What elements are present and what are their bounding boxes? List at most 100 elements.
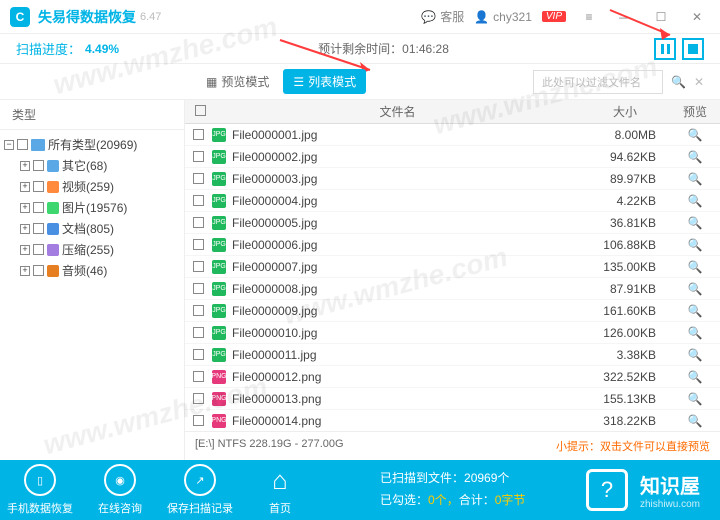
col-preview[interactable]: 预览 xyxy=(670,103,720,120)
online-chat-button[interactable]: ◉在线咨询 xyxy=(80,464,160,516)
pause-button[interactable] xyxy=(654,38,676,60)
maximize-icon[interactable]: ☐ xyxy=(648,4,674,30)
preview-icon[interactable]: 🔍 xyxy=(670,348,720,362)
row-checkbox[interactable] xyxy=(193,415,204,426)
row-checkbox[interactable] xyxy=(193,283,204,294)
row-checkbox[interactable] xyxy=(193,195,204,206)
row-checkbox[interactable] xyxy=(193,151,204,162)
preview-icon[interactable]: 🔍 xyxy=(670,304,720,318)
row-checkbox[interactable] xyxy=(193,217,204,228)
filename: File0000014.png xyxy=(232,414,580,428)
select-all-checkbox[interactable] xyxy=(195,105,206,116)
table-row[interactable]: JPGFile0000001.jpg8.00MB🔍 xyxy=(185,124,720,146)
table-row[interactable]: JPGFile0000004.jpg4.22KB🔍 xyxy=(185,190,720,212)
table-row[interactable]: PNGFile0000014.png318.22KB🔍 xyxy=(185,410,720,431)
tree-category[interactable]: +文档(805) xyxy=(4,218,180,239)
tree-category[interactable]: +其它(68) xyxy=(4,155,180,176)
phone-recovery-button[interactable]: ▯手机数据恢复 xyxy=(0,464,80,516)
menu-icon[interactable]: ≡ xyxy=(576,4,602,30)
close-search-icon[interactable]: ✕ xyxy=(694,75,704,89)
customer-service-button[interactable]: 💬 客服 xyxy=(421,8,464,25)
filename: File0000003.jpg xyxy=(232,172,580,186)
filetype-icon: JPG xyxy=(212,238,226,252)
row-checkbox[interactable] xyxy=(193,349,204,360)
table-row[interactable]: PNGFile0000012.png322.52KB🔍 xyxy=(185,366,720,388)
preview-icon[interactable]: 🔍 xyxy=(670,326,720,340)
preview-icon[interactable]: 🔍 xyxy=(670,238,720,252)
table-row[interactable]: PNGFile0000013.png155.13KB🔍 xyxy=(185,388,720,410)
tree-root[interactable]: − 所有类型(20969) xyxy=(4,134,180,155)
preview-icon[interactable]: 🔍 xyxy=(670,216,720,230)
table-row[interactable]: JPGFile0000007.jpg135.00KB🔍 xyxy=(185,256,720,278)
expand-icon[interactable]: + xyxy=(20,245,30,255)
checkbox[interactable] xyxy=(33,202,44,213)
list-mode-button[interactable]: ☰ 列表模式 xyxy=(283,69,366,94)
home-button[interactable]: ⌂首页 xyxy=(240,464,320,516)
app-logo-icon: C xyxy=(10,7,30,27)
row-checkbox[interactable] xyxy=(193,261,204,272)
expand-icon[interactable]: + xyxy=(20,203,30,213)
checkbox[interactable] xyxy=(33,265,44,276)
table-row[interactable]: JPGFile0000002.jpg94.62KB🔍 xyxy=(185,146,720,168)
preview-mode-button[interactable]: ▦ 预览模式 xyxy=(196,69,279,94)
row-checkbox[interactable] xyxy=(193,305,204,316)
row-checkbox[interactable] xyxy=(193,129,204,140)
tree-category[interactable]: +压缩(255) xyxy=(4,239,180,260)
disk-info: [E:\] NTFS 228.19G - 277.00G xyxy=(195,438,344,454)
table-body[interactable]: JPGFile0000001.jpg8.00MB🔍JPGFile0000002.… xyxy=(185,124,720,431)
row-checkbox[interactable] xyxy=(193,393,204,404)
filesize: 3.38KB xyxy=(580,348,670,362)
expand-icon[interactable]: + xyxy=(20,224,30,234)
preview-icon[interactable]: 🔍 xyxy=(670,150,720,164)
tree-category[interactable]: +视频(259) xyxy=(4,176,180,197)
preview-icon[interactable]: 🔍 xyxy=(670,414,720,428)
save-scan-button[interactable]: ↗保存扫描记录 xyxy=(160,464,240,516)
col-filename[interactable]: 文件名 xyxy=(215,103,580,120)
tree-category[interactable]: + 音频(46) xyxy=(4,260,180,281)
tree-category[interactable]: +图片(19576) xyxy=(4,197,180,218)
table-row[interactable]: JPGFile0000003.jpg89.97KB🔍 xyxy=(185,168,720,190)
checkbox[interactable] xyxy=(33,223,44,234)
row-checkbox[interactable] xyxy=(193,327,204,338)
preview-icon[interactable]: 🔍 xyxy=(670,128,720,142)
expand-icon[interactable]: + xyxy=(20,266,30,276)
category-label: 音频(46) xyxy=(62,262,107,279)
filetype-icon: JPG xyxy=(212,150,226,164)
table-row[interactable]: JPGFile0000008.jpg87.91KB🔍 xyxy=(185,278,720,300)
expand-icon[interactable]: + xyxy=(20,161,30,171)
preview-icon[interactable]: 🔍 xyxy=(670,194,720,208)
preview-icon[interactable]: 🔍 xyxy=(670,392,720,406)
table-row[interactable]: JPGFile0000006.jpg106.88KB🔍 xyxy=(185,234,720,256)
preview-icon[interactable]: 🔍 xyxy=(670,370,720,384)
filesize: 161.60KB xyxy=(580,304,670,318)
checkbox[interactable] xyxy=(17,139,28,150)
minimize-icon[interactable]: — xyxy=(612,4,638,30)
col-size[interactable]: 大小 xyxy=(580,103,670,120)
preview-icon[interactable]: 🔍 xyxy=(670,282,720,296)
row-checkbox[interactable] xyxy=(193,371,204,382)
filesize: 155.13KB xyxy=(580,392,670,406)
search-icon[interactable]: 🔍 xyxy=(671,75,686,89)
table-header: 文件名 大小 预览 xyxy=(185,100,720,124)
stop-button[interactable] xyxy=(682,38,704,60)
search-input[interactable]: 此处可以过滤文件名 xyxy=(533,70,663,94)
collapse-icon[interactable]: − xyxy=(4,140,14,150)
row-checkbox[interactable] xyxy=(193,239,204,250)
progress-label: 扫描进度： xyxy=(16,39,81,58)
table-row[interactable]: JPGFile0000010.jpg126.00KB🔍 xyxy=(185,322,720,344)
preview-icon[interactable]: 🔍 xyxy=(670,172,720,186)
checkbox[interactable] xyxy=(33,181,44,192)
expand-icon[interactable]: + xyxy=(20,182,30,192)
preview-icon[interactable]: 🔍 xyxy=(670,260,720,274)
user-menu[interactable]: 👤 chy321 xyxy=(474,10,532,24)
table-row[interactable]: JPGFile0000009.jpg161.60KB🔍 xyxy=(185,300,720,322)
brand: ? 知识屋zhishiwu.com xyxy=(586,469,720,511)
close-icon[interactable]: ✕ xyxy=(684,4,710,30)
row-checkbox[interactable] xyxy=(193,173,204,184)
table-row[interactable]: JPGFile0000011.jpg3.38KB🔍 xyxy=(185,344,720,366)
sidebar-tab[interactable]: 类型 xyxy=(0,100,184,130)
checkbox[interactable] xyxy=(33,244,44,255)
checkbox[interactable] xyxy=(33,160,44,171)
table-row[interactable]: JPGFile0000005.jpg36.81KB🔍 xyxy=(185,212,720,234)
filename: File0000007.jpg xyxy=(232,260,580,274)
